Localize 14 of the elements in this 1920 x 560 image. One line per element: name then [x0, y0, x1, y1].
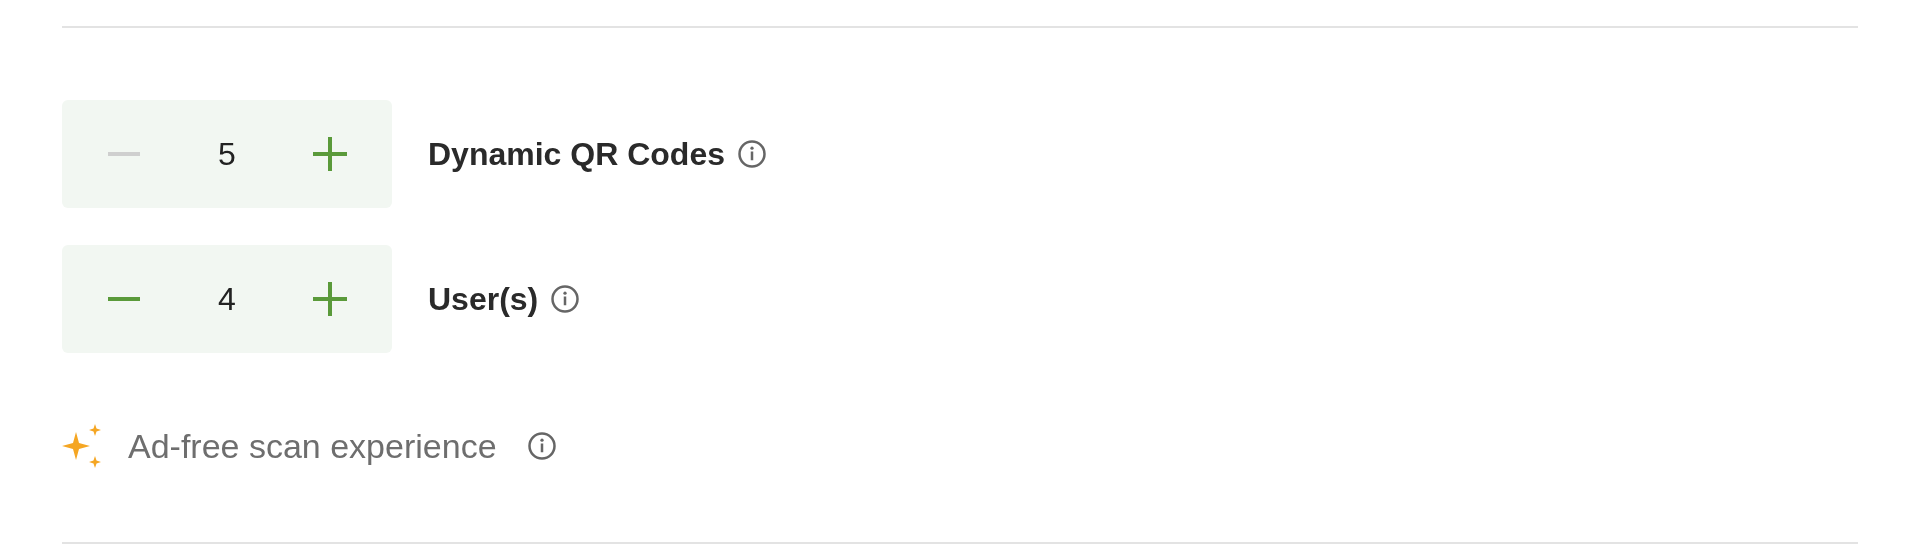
plus-icon: [313, 137, 347, 171]
plus-icon: [313, 282, 347, 316]
feature-label: Ad-free scan experience: [128, 426, 497, 466]
info-icon[interactable]: [550, 284, 581, 314]
quantity-stepper[interactable]: 5: [62, 100, 392, 208]
item-label: User(s): [428, 280, 539, 318]
info-icon[interactable]: [736, 139, 767, 169]
quantity-value: 5: [218, 135, 236, 173]
quantity-value: 4: [218, 280, 236, 318]
minus-icon: [108, 152, 140, 156]
quantity-stepper[interactable]: 4: [62, 245, 392, 353]
item-label: Dynamic QR Codes: [428, 135, 725, 173]
info-icon[interactable]: [526, 431, 557, 461]
minus-icon: [108, 297, 140, 301]
